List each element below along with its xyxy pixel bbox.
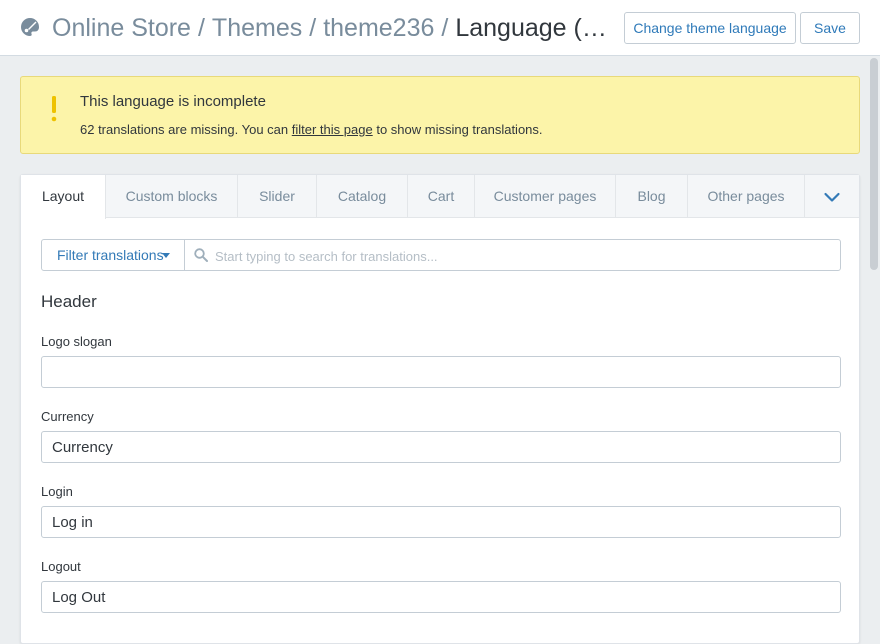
currency-input[interactable] — [41, 431, 841, 463]
logout-label: Logout — [41, 559, 81, 574]
tab-slider[interactable]: Slider — [238, 175, 317, 218]
logo-slogan-label: Logo slogan — [41, 334, 112, 349]
section-title: Header — [41, 292, 97, 311]
banner-message: 62 translations are missing. You can fil… — [80, 122, 543, 137]
more-tabs-button[interactable] — [805, 175, 859, 218]
logout-input[interactable] — [41, 581, 841, 613]
banner-text-before: 62 translations are missing. You can — [80, 122, 289, 137]
tab-cart[interactable]: Cart — [408, 175, 475, 218]
page-title: Language (English) — [455, 14, 617, 42]
change-theme-language-button[interactable]: Change theme language — [624, 12, 796, 44]
exclamation-icon — [51, 96, 57, 122]
translations-card: Layout Custom blocks Slider Catalog Cart… — [20, 174, 860, 644]
filter-search-row: Filter translations — [41, 239, 841, 272]
scrollbar-thumb[interactable] — [870, 58, 878, 270]
tab-customer-pages[interactable]: Customer pages — [475, 175, 616, 218]
chevron-down-icon — [824, 192, 840, 202]
breadcrumb-separator: / — [309, 14, 317, 42]
breadcrumb-separator: / — [441, 14, 449, 42]
tab-catalog[interactable]: Catalog — [317, 175, 408, 218]
filter-this-page-link[interactable]: filter this page — [292, 122, 373, 137]
login-label: Login — [41, 484, 73, 499]
caret-down-icon — [162, 253, 170, 258]
logo-slogan-input[interactable] — [41, 356, 841, 388]
tab-custom-blocks[interactable]: Custom blocks — [106, 175, 238, 218]
breadcrumb-themes[interactable]: Themes — [212, 14, 302, 42]
tab-layout[interactable]: Layout — [21, 175, 106, 219]
currency-label: Currency — [41, 409, 94, 424]
breadcrumb: Online Store / Themes / theme236/Language (E… — [52, 13, 617, 43]
breadcrumb-separator: / — [197, 14, 205, 42]
search-icon — [194, 248, 208, 262]
banner-title: This language is incomplete — [80, 93, 266, 110]
breadcrumb-online-store[interactable]: Online Store — [52, 14, 191, 42]
search-translations-input[interactable] — [213, 240, 837, 272]
paint-palette-icon — [21, 18, 39, 36]
login-input[interactable] — [41, 506, 841, 538]
top-bar: Online Store / Themes / theme236/Language (E… — [0, 0, 880, 56]
incomplete-language-banner: This language is incomplete 62 translati… — [20, 76, 860, 154]
breadcrumb-theme[interactable]: theme236 — [323, 14, 434, 42]
tab-bar: Layout Custom blocks Slider Catalog Cart… — [21, 175, 859, 219]
filter-translations-button[interactable]: Filter translations — [42, 240, 185, 270]
filter-translations-label: Filter translations — [57, 247, 164, 263]
save-button[interactable]: Save — [800, 12, 860, 44]
tab-blog[interactable]: Blog — [616, 175, 688, 218]
tab-other-pages[interactable]: Other pages — [688, 175, 805, 218]
banner-text-after: to show missing translations. — [376, 122, 543, 137]
